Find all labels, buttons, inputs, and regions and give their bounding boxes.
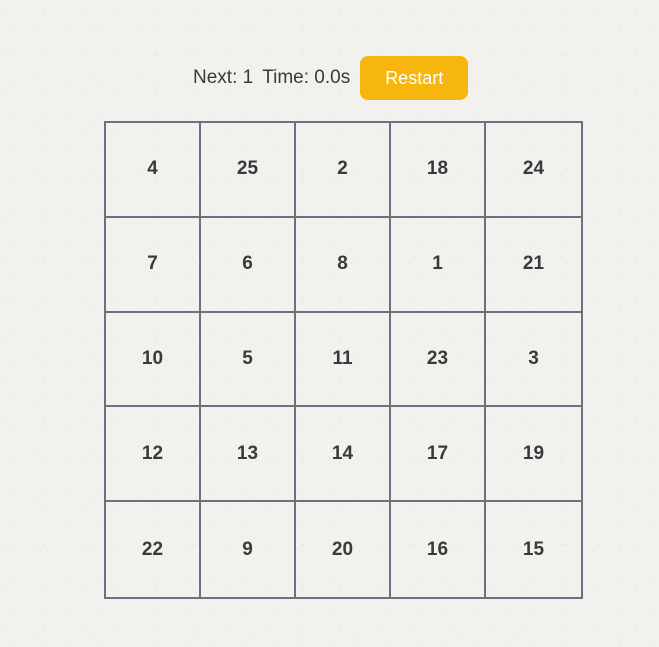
grid-cell[interactable]: 24 [486,123,581,218]
restart-button[interactable]: Restart [360,56,469,100]
next-number-indicator: Next: 1 [193,67,254,88]
grid-cell[interactable]: 8 [296,217,391,313]
grid-cell[interactable]: 9 [201,502,296,597]
grid-cell[interactable]: 22 [106,502,201,597]
grid-cell[interactable]: 4 [106,123,201,218]
grid-cell[interactable]: 3 [486,313,581,408]
grid-cell[interactable]: 21 [486,218,581,313]
grid-cell[interactable]: 10 [106,312,201,408]
grid-cell[interactable]: 1 [391,217,486,313]
grid-cell[interactable]: 12 [106,407,201,503]
grid-cell[interactable]: 23 [391,312,486,408]
grid-cell[interactable]: 20 [296,502,391,597]
grid-cell[interactable]: 18 [391,123,486,218]
grid-cell[interactable]: 25 [201,123,296,218]
grid-cell[interactable]: 6 [201,217,296,313]
grid-cell[interactable]: 7 [106,217,201,313]
grid-cell[interactable]: 19 [486,407,581,503]
grid-cell[interactable]: 15 [486,502,581,597]
grid-cell[interactable]: 11 [296,312,391,408]
number-grid: 4 25 2 18 24 7 6 8 1 21 10 5 11 23 3 12 13 14 17 19 22 9 20 16 1… [104,121,583,599]
grid-cell[interactable]: 13 [201,407,296,503]
grid-cell[interactable]: 16 [391,502,486,597]
grid-cell[interactable]: 17 [391,407,486,503]
timer-display: Time: 0.0s [262,67,351,88]
game-header: Next: 1 Time: 0.0s Restart [193,56,469,100]
grid-cell[interactable]: 14 [296,407,391,503]
grid-cell[interactable]: 5 [201,312,296,408]
grid-cell[interactable]: 2 [296,123,391,218]
